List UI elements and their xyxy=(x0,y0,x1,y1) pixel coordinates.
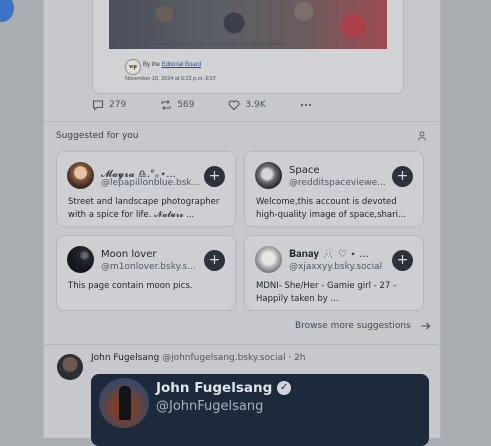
follow-button[interactable]: + xyxy=(204,166,225,187)
suggestion-bio: Street and landscape photographer with a… xyxy=(68,197,220,220)
section-divider xyxy=(44,121,439,122)
like-count: 3.9K xyxy=(245,100,266,110)
post-header: John Fugelsang @johnfugelsang.bsky.socia… xyxy=(91,353,306,363)
like-button[interactable]: 3.9K xyxy=(228,99,266,111)
avatar[interactable] xyxy=(67,246,94,273)
ellipsis-icon xyxy=(300,103,311,107)
article-date: November 15, 2024 at 6:22 p.m. EST xyxy=(125,76,217,82)
quoted-profile-avatar xyxy=(99,378,149,428)
suggestion-bio: MDNI- She/Her - Gamie girl - 27 - Happil… xyxy=(256,281,397,304)
quoted-profile-name: John Fugelsang xyxy=(156,380,273,396)
suggested-title: Suggested for you xyxy=(56,131,139,141)
browse-more-suggestions-link[interactable]: Browse more suggestions xyxy=(295,321,431,331)
suggestion-bio: This page contain moon pics. xyxy=(68,281,193,291)
suggestion-card[interactable]: Moon lover @m1onlover.bsky.s... + This p… xyxy=(56,235,236,311)
figure-silhouette xyxy=(119,386,131,420)
section-divider xyxy=(44,344,439,345)
suggestion-handle: @lepapillonblue.bsk... xyxy=(101,178,201,188)
suggestion-handle: @m1onlover.bsky.s... xyxy=(101,262,196,272)
byline-prefix: By the xyxy=(143,62,161,68)
compose-fab[interactable] xyxy=(0,0,14,22)
suggestion-bio: Welcome,this account is devoted high-qua… xyxy=(256,197,407,220)
avatar[interactable] xyxy=(255,162,282,189)
avatar[interactable] xyxy=(255,246,282,273)
suggestion-card[interactable]: 𝐁𝐚𝐧𝐚𝐲 🐰 ♡ ⋆ ... @xjaxxyy.bsky.social + M… xyxy=(244,235,424,311)
repost-count: 569 xyxy=(177,100,195,110)
arrow-right-icon xyxy=(421,322,431,330)
article-byline: By the Editorial Board xyxy=(143,62,201,68)
suggestion-handle: @xjaxxyy.bsky.social xyxy=(289,262,383,272)
avatar[interactable] xyxy=(57,354,83,380)
suggestion-handle: @redditspaceviewe... xyxy=(289,178,386,188)
suggestion-name[interactable]: Moon lover xyxy=(101,249,205,260)
plus-icon: + xyxy=(208,252,221,268)
reply-count: 279 xyxy=(109,100,127,110)
browse-label: Browse more suggestions xyxy=(295,321,411,331)
repost-button[interactable]: 569 xyxy=(160,99,194,111)
repost-icon xyxy=(161,100,171,110)
post-actions: 279 569 3.9K xyxy=(92,98,346,112)
embedded-article-card[interactable]: Sen. Bob Casey (D-Pennsylvania) listens … xyxy=(92,0,404,94)
plus-icon: + xyxy=(208,168,221,184)
quoted-profile-handle: @JohnFugelsang xyxy=(156,399,264,414)
verified-check-icon: ✓ xyxy=(277,381,292,395)
heart-icon xyxy=(228,100,240,111)
plus-icon: + xyxy=(396,252,409,268)
post-time: · 2h xyxy=(288,353,306,363)
follow-button[interactable]: + xyxy=(392,166,413,187)
suggestion-name[interactable]: 𝐁𝐚𝐧𝐚𝐲 🐰 ♡ ⋆ ... xyxy=(289,249,393,260)
avatar[interactable] xyxy=(67,162,94,189)
person-settings-icon[interactable] xyxy=(417,131,427,141)
photo-caption: Sen. Bob Casey (D-Pennsylvania) listens … xyxy=(109,41,285,46)
post-author-name[interactable]: John Fugelsang xyxy=(91,353,159,363)
follow-button[interactable]: + xyxy=(204,250,225,271)
byline-link[interactable]: Editorial Board xyxy=(162,62,201,68)
more-options-button[interactable] xyxy=(300,99,312,111)
suggestion-card[interactable]: 𝓜𝓪𝔂𝓻𝓪 ♎︎.°｡⋆... @lepapillonblue.bsk... +… xyxy=(56,151,236,227)
suggestion-name[interactable]: Space xyxy=(289,165,393,176)
suggestion-card[interactable]: Space @redditspaceviewe... + Welcome,thi… xyxy=(244,151,424,227)
reply-icon xyxy=(92,100,104,111)
publisher-logo: wp xyxy=(125,59,141,75)
follow-button[interactable]: + xyxy=(392,250,413,271)
embedded-image-card[interactable]: John Fugelsang ✓ @JohnFugelsang xyxy=(91,374,429,446)
post-author-handle[interactable]: @johnfugelsang.bsky.social xyxy=(162,353,285,363)
plus-icon: + xyxy=(396,168,409,184)
quoted-profile-name-row: John Fugelsang ✓ xyxy=(156,380,292,396)
reply-button[interactable]: 279 xyxy=(92,99,126,111)
